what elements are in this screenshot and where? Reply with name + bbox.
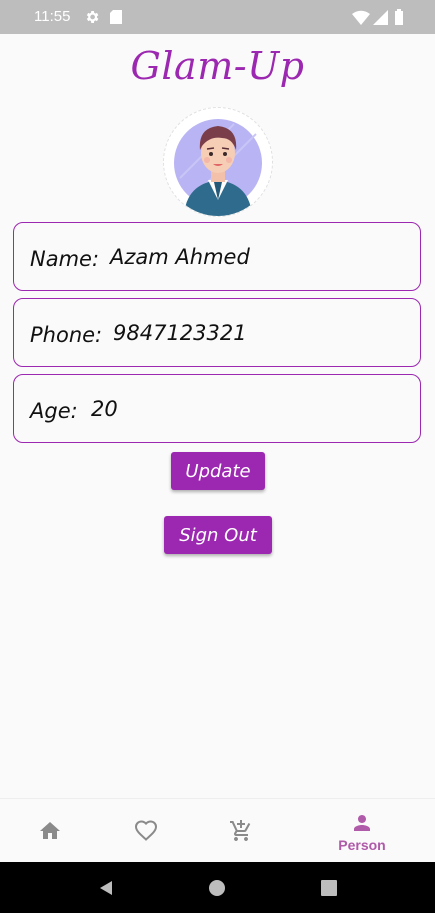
nav-item-person[interactable]: Person bbox=[312, 799, 412, 863]
nav-item-cart[interactable] bbox=[192, 799, 292, 863]
nav-item-favorites[interactable] bbox=[96, 799, 196, 863]
wifi-icon bbox=[352, 10, 370, 25]
name-field[interactable]: Name: Azam Ahmed bbox=[13, 222, 421, 291]
heart-icon bbox=[134, 820, 158, 841]
update-button[interactable]: Update bbox=[171, 452, 265, 490]
recents-icon[interactable] bbox=[321, 880, 337, 896]
status-bar: 11:55 bbox=[0, 0, 435, 34]
phone-field[interactable]: Phone: 9847123321 bbox=[13, 298, 421, 367]
phone-value[interactable]: 9847123321 bbox=[113, 321, 247, 345]
system-navigation-bar bbox=[0, 862, 435, 913]
bottom-navigation: Person bbox=[0, 798, 435, 863]
person-icon bbox=[354, 815, 370, 831]
age-field[interactable]: Age: 20 bbox=[13, 374, 421, 443]
name-label: Name: bbox=[30, 247, 100, 271]
avatar-illustration bbox=[174, 119, 262, 216]
status-time: 11:55 bbox=[34, 8, 71, 25]
nav-item-home[interactable] bbox=[0, 799, 100, 863]
avatar bbox=[163, 107, 273, 217]
app-title: Glam-Up bbox=[130, 44, 305, 88]
cart-add-icon bbox=[230, 820, 251, 841]
age-label: Age: bbox=[30, 399, 78, 423]
nav-label-person: Person bbox=[338, 837, 386, 853]
home-circle-icon[interactable] bbox=[209, 880, 225, 896]
name-value[interactable]: Azam Ahmed bbox=[110, 245, 250, 269]
battery-icon bbox=[395, 9, 403, 25]
settings-icon bbox=[86, 11, 99, 23]
home-icon bbox=[40, 822, 60, 839]
sign-out-button[interactable]: Sign Out bbox=[164, 516, 272, 554]
back-icon[interactable] bbox=[98, 880, 114, 896]
age-value[interactable]: 20 bbox=[91, 397, 118, 421]
sd-card-icon bbox=[110, 10, 122, 24]
phone-label: Phone: bbox=[30, 323, 103, 347]
signal-icon bbox=[373, 10, 388, 25]
